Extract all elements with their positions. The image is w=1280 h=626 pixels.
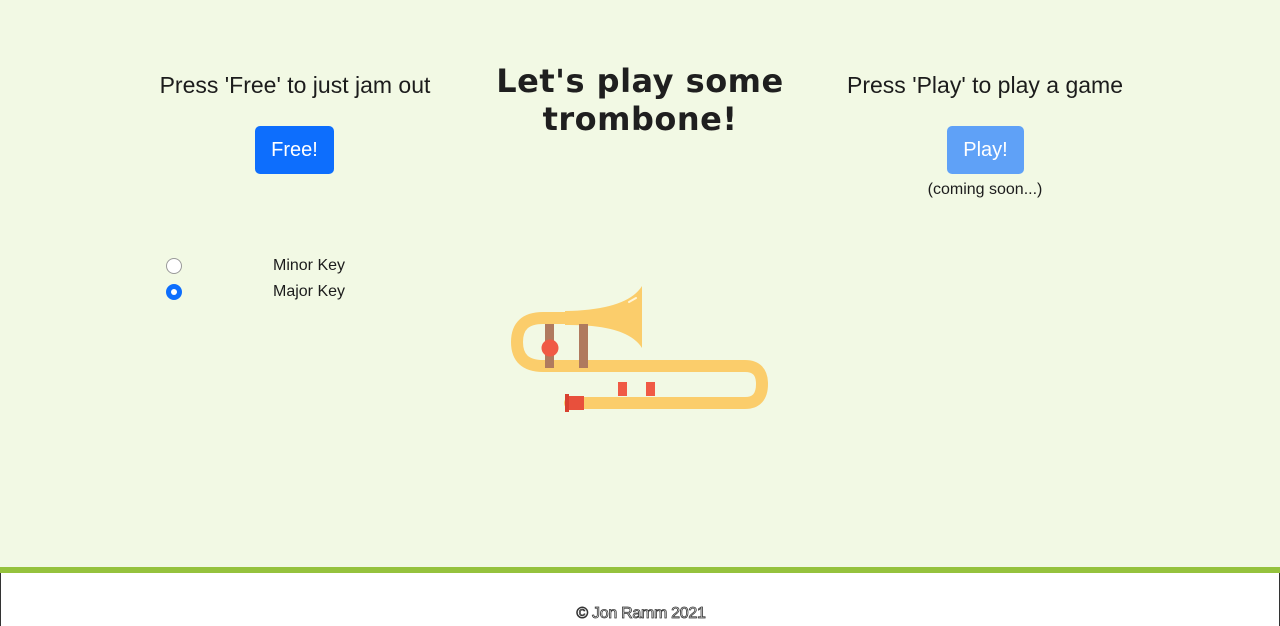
play-button[interactable]: Play! (947, 126, 1024, 174)
footer: © Jon Ramm 2021 (0, 573, 1280, 626)
free-prompt: Press 'Free' to just jam out (159, 72, 431, 98)
minor-key-radio[interactable] (166, 258, 182, 274)
main-area: Press 'Free' to just jam out Let's play … (0, 0, 1280, 567)
page-title: Let's play some trombone! (496, 62, 784, 138)
coming-soon-note: (coming soon...) (927, 181, 1043, 198)
major-key-label[interactable]: Major Key (273, 283, 345, 301)
minor-key-label[interactable]: Minor Key (273, 257, 345, 275)
free-button[interactable]: Free! (255, 126, 334, 174)
major-key-radio[interactable] (166, 284, 182, 300)
trombone-icon (511, 286, 768, 412)
copyright-text: © Jon Ramm 2021 (576, 605, 706, 623)
play-prompt: Press 'Play' to play a game (847, 72, 1123, 98)
